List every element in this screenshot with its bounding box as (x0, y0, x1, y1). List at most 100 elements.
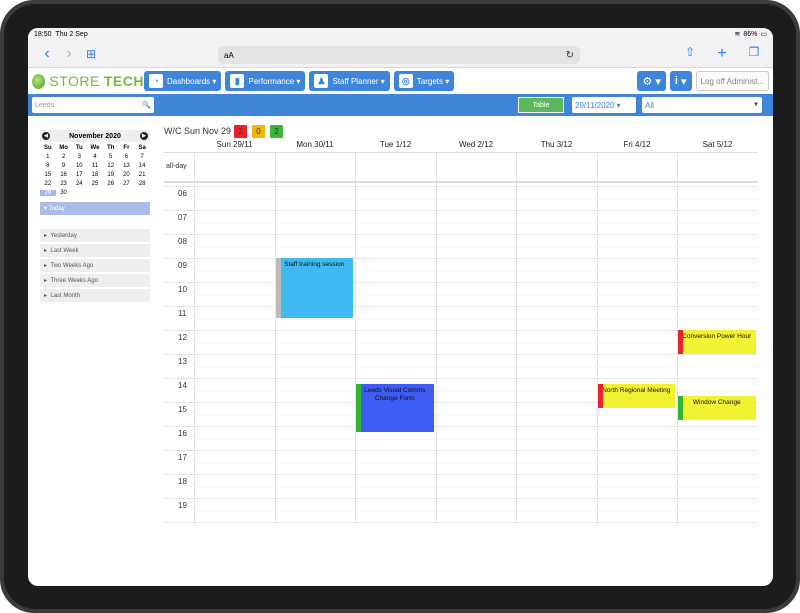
mini-day[interactable]: 13 (119, 163, 135, 169)
hour-row[interactable]: 20 (164, 522, 758, 524)
mini-day[interactable]: 23 (56, 181, 72, 187)
weekday-header: Sa (138, 145, 146, 151)
next-month-icon[interactable]: ▶ (139, 132, 148, 140)
mini-day[interactable]: 26 (103, 181, 119, 187)
mini-day[interactable]: 18 (87, 172, 103, 178)
share-icon[interactable]: ⇧ (679, 45, 701, 63)
store-search-input[interactable]: Leeds 🔍 (32, 97, 154, 113)
mini-day[interactable]: 20 (119, 172, 135, 178)
mini-day[interactable]: 6 (119, 154, 135, 160)
mini-day[interactable]: 27 (119, 181, 135, 187)
calendar-event[interactable]: Staff training session (275, 258, 353, 318)
mini-day[interactable]: 10 (71, 163, 87, 169)
hour-row[interactable]: 06 (164, 186, 758, 210)
hour-row[interactable]: 19 (164, 498, 758, 522)
mini-day[interactable]: 7 (134, 154, 150, 160)
table-view-button[interactable]: Table (518, 97, 564, 113)
weekday-header: Tu (75, 145, 83, 151)
mini-day[interactable]: 8 (40, 163, 56, 169)
mini-day[interactable]: 29 (40, 190, 56, 196)
hour-row[interactable]: 07 (164, 210, 758, 234)
new-tab-icon[interactable]: + (711, 45, 733, 63)
mini-day[interactable]: 22 (40, 181, 56, 187)
address-bar[interactable]: aA ↻ (218, 46, 580, 64)
mini-day[interactable]: 30 (56, 190, 72, 196)
info-button[interactable]: i ▾ (669, 71, 692, 91)
menu-performance[interactable]: ▮ Performance ▾ (225, 71, 306, 91)
range-label: Yesterday (50, 232, 77, 239)
mini-day[interactable]: 25 (87, 181, 103, 187)
hour-row[interactable]: 17 (164, 450, 758, 474)
date-select[interactable]: 29/11/2020 ▾ (572, 97, 636, 113)
settings-button[interactable]: ⚙ ▾ (637, 71, 666, 91)
hour-label: 15 (178, 405, 187, 414)
mini-day[interactable]: 19 (103, 172, 119, 178)
mini-calendar-title: November 2020 (69, 132, 121, 140)
event-title: Window Change (692, 399, 741, 406)
app-header: STORE TECH ◔ Dashboards ▾ ▮ Performance ▾ ♟… (28, 68, 773, 94)
menu-dashboards[interactable]: ◔ Dashboards ▾ (144, 71, 222, 91)
range-label: Two Weeks Ago (50, 262, 94, 269)
hour-row[interactable]: 16 (164, 426, 758, 450)
bar-chart-icon: ▮ (230, 74, 245, 88)
mini-day[interactable]: 11 (87, 163, 103, 169)
mini-day[interactable]: 4 (87, 154, 103, 160)
mini-day[interactable]: 15 (40, 172, 56, 178)
time-grid: all-day 06 07 08 09 10 11 12 13 14 15 16 17 18 19 20 St… (164, 152, 758, 524)
forward-icon[interactable]: › (58, 45, 80, 63)
weekday-header: Su (44, 145, 52, 151)
hour-row[interactable]: 11 (164, 306, 758, 330)
count-badge[interactable]: 0 (252, 124, 266, 138)
half-hour-line (194, 511, 758, 512)
hour-row[interactable]: 09 (164, 258, 758, 282)
menu-staff-planner[interactable]: ♟ Staff Planner ▾ (309, 71, 390, 91)
info-icon: i (674, 75, 678, 87)
mini-day[interactable]: 12 (103, 163, 119, 169)
range-item[interactable]: ▸ Two Weeks Ago (40, 259, 150, 272)
prev-month-icon[interactable]: ◀ (42, 132, 50, 140)
range-item[interactable]: ▸ Three Weeks Ago (40, 274, 150, 287)
range-item[interactable]: ▸ Last Month (40, 289, 150, 302)
mini-day[interactable]: 16 (56, 172, 72, 178)
menu-targets[interactable]: ◎ Targets ▾ (393, 71, 455, 91)
all-select[interactable]: All ▼ (642, 97, 762, 113)
today-button[interactable]: ▾ Today (40, 202, 150, 215)
mini-day[interactable]: 24 (71, 181, 87, 187)
hour-row[interactable]: 08 (164, 234, 758, 258)
storetech-logo[interactable]: STORE TECH (32, 73, 144, 89)
mini-day[interactable]: 17 (71, 172, 87, 178)
allday-label: all-day (166, 163, 187, 170)
hour-row[interactable]: 12 (164, 330, 758, 354)
bookmarks-icon[interactable]: ⊞ (80, 47, 102, 61)
screen: 18:50 Thu 2 Sep ≋ 86% ▭ ‹ › ⊞ aA ↻ ⇧ + ❐… (28, 28, 773, 586)
status-date: Thu 2 Sep (55, 30, 88, 38)
tabs-icon[interactable]: ❐ (743, 45, 765, 63)
count-badge[interactable]: 2 (234, 124, 248, 138)
mini-day[interactable]: 9 (56, 163, 72, 169)
allday-row[interactable]: all-day (164, 153, 758, 183)
hour-row[interactable]: 13 (164, 354, 758, 378)
mini-day[interactable]: 3 (71, 154, 87, 160)
calendar-event[interactable]: Conversion Power Hour (678, 330, 756, 354)
mini-day[interactable]: 1 (40, 154, 56, 160)
back-icon[interactable]: ‹ (36, 45, 58, 63)
week-header: W/C Sun Nov 29 202 (164, 124, 758, 138)
reload-icon[interactable]: ↻ (566, 50, 574, 61)
hour-label: 11 (178, 309, 187, 318)
range-item[interactable]: ▸ Last Week (40, 244, 150, 257)
mini-day[interactable]: 14 (134, 163, 150, 169)
calendar-event[interactable]: Window Change (678, 396, 756, 420)
hour-row[interactable]: 10 (164, 282, 758, 306)
calendar-event[interactable]: North Regional Meeting (597, 384, 675, 408)
range-item[interactable]: ▸ Yesterday (40, 229, 150, 242)
dashboard-icon: ◔ (149, 74, 163, 88)
logoff-button[interactable]: Log off Administ... (695, 71, 769, 91)
mini-day[interactable]: 21 (134, 172, 150, 178)
hour-row[interactable]: 18 (164, 474, 758, 498)
count-badge[interactable]: 2 (270, 124, 284, 138)
reader-toggle[interactable]: aA (224, 51, 234, 60)
calendar-event[interactable]: Leeds Visual Comms Change Form (356, 384, 434, 432)
mini-day[interactable]: 2 (56, 154, 72, 160)
mini-day[interactable]: 5 (103, 154, 119, 160)
mini-day[interactable]: 28 (134, 181, 150, 187)
